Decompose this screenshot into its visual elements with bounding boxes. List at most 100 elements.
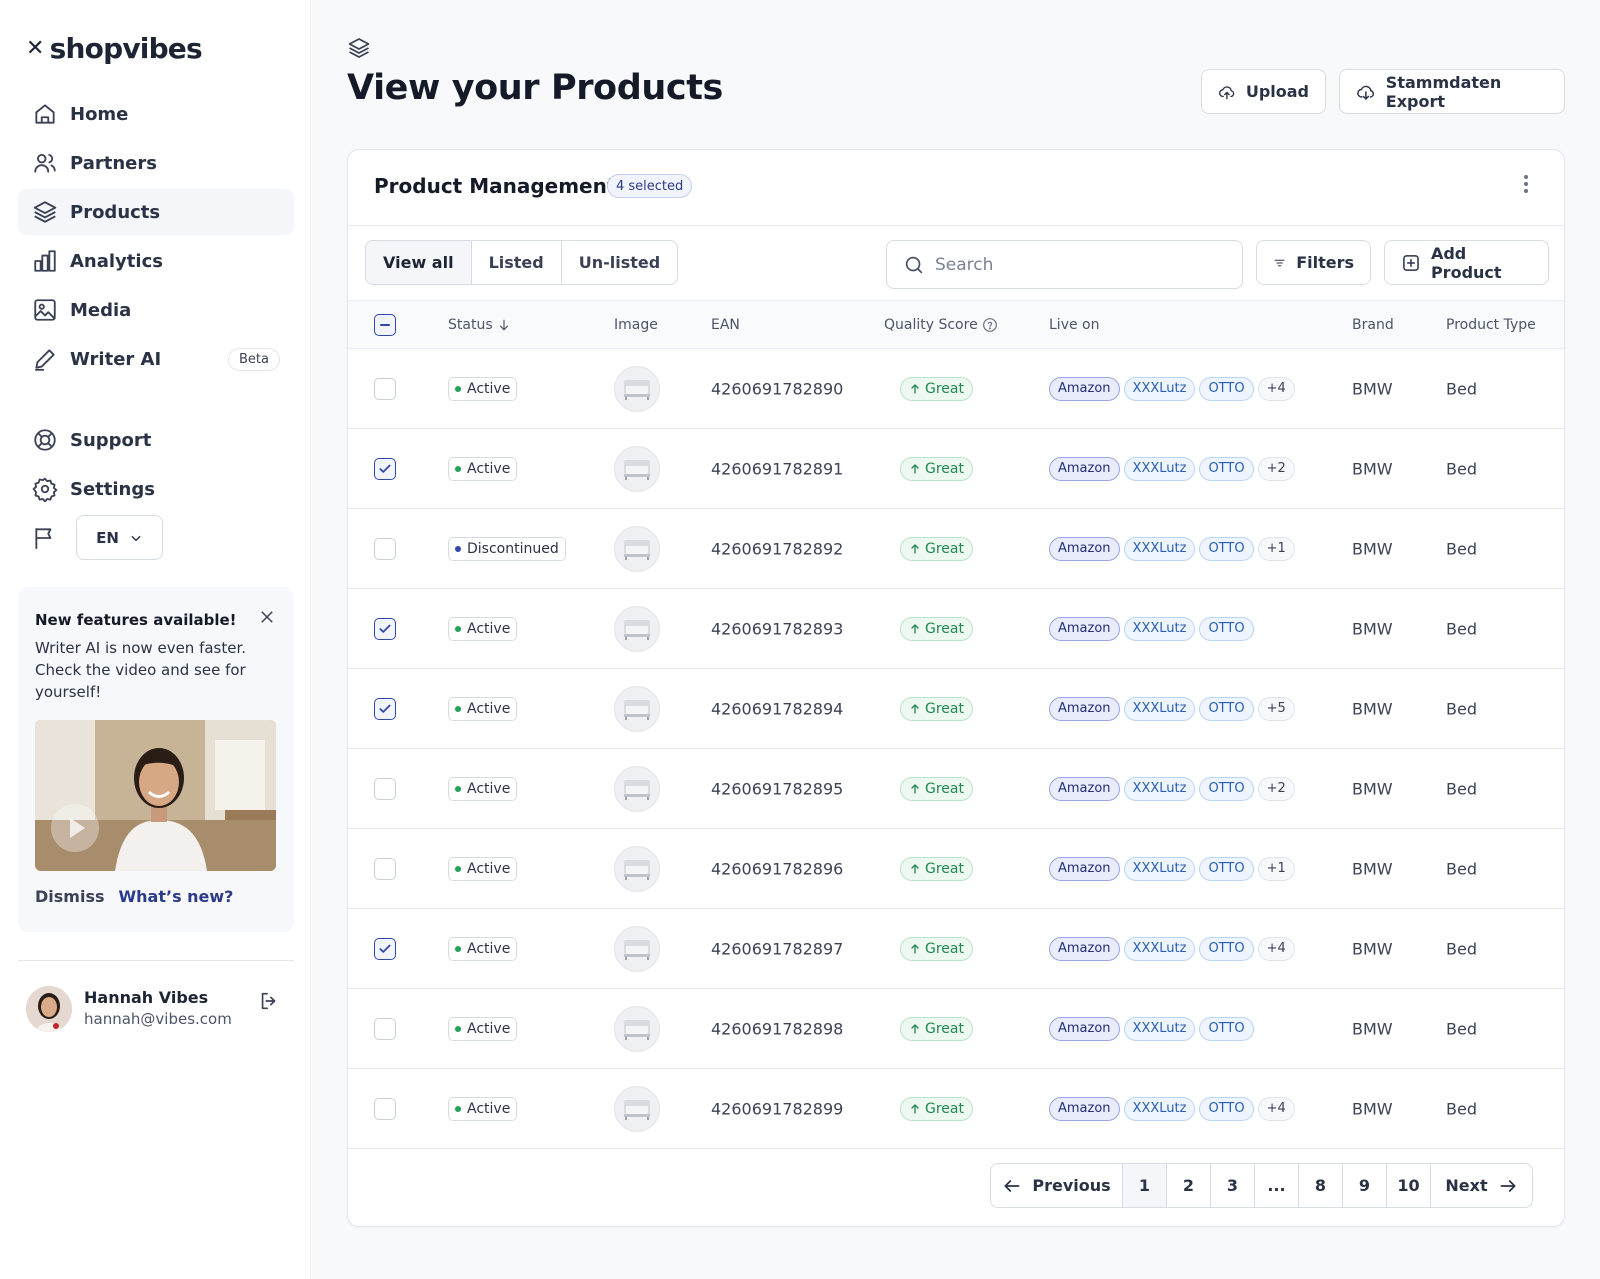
table-row[interactable]: Active4260691782891GreatAmazonXXXLutzOTT… <box>348 429 1564 509</box>
marketplace-chip-otto[interactable]: OTTO <box>1199 697 1253 721</box>
marketplace-chip-amazon[interactable]: Amazon <box>1049 377 1120 401</box>
marketplace-chip-otto[interactable]: OTTO <box>1199 377 1253 401</box>
marketplace-chip-xxxlutz[interactable]: XXXLutz <box>1124 697 1196 721</box>
language-select[interactable]: EN <box>76 515 163 560</box>
product-thumbnail[interactable] <box>614 846 660 892</box>
row-checkbox[interactable] <box>374 1018 396 1040</box>
select-all-checkbox[interactable] <box>374 314 396 336</box>
product-thumbnail[interactable] <box>614 606 660 652</box>
product-thumbnail[interactable] <box>614 526 660 572</box>
tab-listed[interactable]: Listed <box>472 241 562 284</box>
nav-item-home[interactable]: Home <box>18 91 294 137</box>
nav-item-writer-ai[interactable]: Writer AI Beta <box>18 336 294 382</box>
more-marketplaces-badge[interactable]: +4 <box>1258 1097 1295 1121</box>
product-thumbnail[interactable] <box>614 1006 660 1052</box>
search-input[interactable] <box>935 255 1215 275</box>
marketplace-chip-xxxlutz[interactable]: XXXLutz <box>1124 937 1196 961</box>
promo-video-thumbnail[interactable] <box>35 720 276 871</box>
row-checkbox[interactable] <box>374 698 396 720</box>
page-button[interactable]: 2 <box>1167 1164 1211 1207</box>
table-row[interactable]: Active4260691782898GreatAmazonXXXLutzOTT… <box>348 989 1564 1069</box>
marketplace-chip-amazon[interactable]: Amazon <box>1049 697 1120 721</box>
logout-icon[interactable] <box>258 990 280 1012</box>
table-row[interactable]: Discontinued4260691782892GreatAmazonXXXL… <box>348 509 1564 589</box>
tab-un-listed[interactable]: Un-listed <box>562 241 677 284</box>
table-row[interactable]: Active4260691782899GreatAmazonXXXLutzOTT… <box>348 1069 1564 1149</box>
close-icon[interactable] <box>258 608 276 626</box>
product-thumbnail[interactable] <box>614 926 660 972</box>
more-marketplaces-badge[interactable]: +4 <box>1258 377 1295 401</box>
filters-button[interactable]: Filters <box>1256 240 1371 285</box>
product-thumbnail[interactable] <box>614 766 660 812</box>
marketplace-chip-amazon[interactable]: Amazon <box>1049 937 1120 961</box>
row-checkbox[interactable] <box>374 378 396 400</box>
marketplace-chip-amazon[interactable]: Amazon <box>1049 1097 1120 1121</box>
more-marketplaces-badge[interactable]: +2 <box>1258 457 1295 481</box>
table-row[interactable]: Active4260691782893GreatAmazonXXXLutzOTT… <box>348 589 1564 669</box>
marketplace-chip-amazon[interactable]: Amazon <box>1049 857 1120 881</box>
page-button[interactable]: 9 <box>1343 1164 1387 1207</box>
more-vertical-icon[interactable] <box>1516 172 1536 196</box>
column-status[interactable]: Status <box>448 317 511 333</box>
more-marketplaces-badge[interactable]: +1 <box>1258 537 1295 561</box>
marketplace-chip-xxxlutz[interactable]: XXXLutz <box>1124 377 1196 401</box>
nav-item-products[interactable]: Products <box>18 189 294 235</box>
marketplace-chip-xxxlutz[interactable]: XXXLutz <box>1124 457 1196 481</box>
marketplace-chip-otto[interactable]: OTTO <box>1199 1017 1253 1041</box>
row-checkbox[interactable] <box>374 778 396 800</box>
marketplace-chip-otto[interactable]: OTTO <box>1199 1097 1253 1121</box>
row-checkbox[interactable] <box>374 538 396 560</box>
next-page-button[interactable]: Next <box>1431 1164 1532 1207</box>
marketplace-chip-amazon[interactable]: Amazon <box>1049 457 1120 481</box>
marketplace-chip-otto[interactable]: OTTO <box>1199 937 1253 961</box>
row-checkbox[interactable] <box>374 618 396 640</box>
marketplace-chip-amazon[interactable]: Amazon <box>1049 777 1120 801</box>
row-checkbox[interactable] <box>374 938 396 960</box>
whats-new-link[interactable]: What’s new? <box>119 887 234 906</box>
page-button[interactable]: 8 <box>1299 1164 1343 1207</box>
marketplace-chip-xxxlutz[interactable]: XXXLutz <box>1124 1097 1196 1121</box>
table-row[interactable]: Active4260691782897GreatAmazonXXXLutzOTT… <box>348 909 1564 989</box>
marketplace-chip-otto[interactable]: OTTO <box>1199 857 1253 881</box>
marketplace-chip-xxxlutz[interactable]: XXXLutz <box>1124 537 1196 561</box>
product-thumbnail[interactable] <box>614 366 660 412</box>
upload-button[interactable]: Upload <box>1201 69 1326 114</box>
page-button[interactable]: 1 <box>1123 1164 1167 1207</box>
nav-item-support[interactable]: Support <box>18 417 294 463</box>
help-circle-icon[interactable] <box>982 317 998 333</box>
nav-item-media[interactable]: Media <box>18 287 294 333</box>
page-button[interactable]: 3 <box>1211 1164 1255 1207</box>
export-button[interactable]: Stammdaten Export <box>1339 69 1565 114</box>
table-row[interactable]: Active4260691782890GreatAmazonXXXLutzOTT… <box>348 349 1564 429</box>
marketplace-chip-otto[interactable]: OTTO <box>1199 457 1253 481</box>
avatar[interactable] <box>26 986 72 1032</box>
marketplace-chip-otto[interactable]: OTTO <box>1199 617 1253 641</box>
nav-item-settings[interactable]: Settings <box>18 466 294 512</box>
product-thumbnail[interactable] <box>614 1086 660 1132</box>
marketplace-chip-xxxlutz[interactable]: XXXLutz <box>1124 777 1196 801</box>
product-thumbnail[interactable] <box>614 686 660 732</box>
more-marketplaces-badge[interactable]: +5 <box>1258 697 1295 721</box>
table-row[interactable]: Active4260691782894GreatAmazonXXXLutzOTT… <box>348 669 1564 749</box>
marketplace-chip-amazon[interactable]: Amazon <box>1049 1017 1120 1041</box>
table-row[interactable]: Active4260691782896GreatAmazonXXXLutzOTT… <box>348 829 1564 909</box>
more-marketplaces-badge[interactable]: +4 <box>1258 937 1295 961</box>
nav-item-partners[interactable]: Partners <box>18 140 294 186</box>
table-row[interactable]: Active4260691782895GreatAmazonXXXLutzOTT… <box>348 749 1564 829</box>
marketplace-chip-amazon[interactable]: Amazon <box>1049 617 1120 641</box>
tab-view-all[interactable]: View all <box>366 241 472 284</box>
marketplace-chip-amazon[interactable]: Amazon <box>1049 537 1120 561</box>
row-checkbox[interactable] <box>374 858 396 880</box>
more-marketplaces-badge[interactable]: +2 <box>1258 777 1295 801</box>
add-product-button[interactable]: Add Product <box>1384 240 1549 285</box>
row-checkbox[interactable] <box>374 1098 396 1120</box>
layers-icon[interactable] <box>347 36 371 60</box>
page-button[interactable]: 10 <box>1387 1164 1431 1207</box>
marketplace-chip-xxxlutz[interactable]: XXXLutz <box>1124 857 1196 881</box>
marketplace-chip-otto[interactable]: OTTO <box>1199 537 1253 561</box>
marketplace-chip-xxxlutz[interactable]: XXXLutz <box>1124 617 1196 641</box>
row-checkbox[interactable] <box>374 458 396 480</box>
logo[interactable]: ✕ shopvibes <box>26 32 202 65</box>
dismiss-link[interactable]: Dismiss <box>35 887 105 906</box>
product-thumbnail[interactable] <box>614 446 660 492</box>
